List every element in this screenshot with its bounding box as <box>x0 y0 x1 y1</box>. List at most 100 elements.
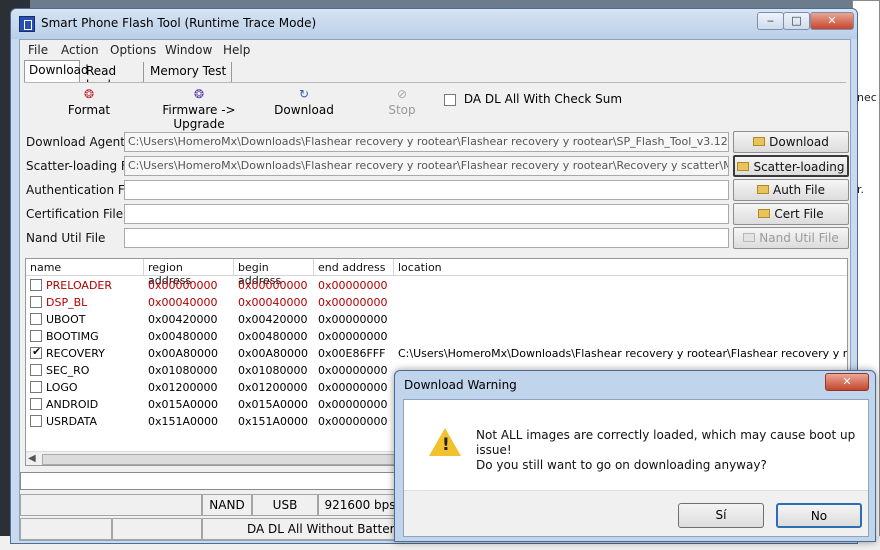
row-begin: 0x00480000 <box>238 330 308 343</box>
download-agent-button[interactable]: Download Agent <box>733 131 849 169</box>
tab-download[interactable]: Download <box>24 60 89 82</box>
folder-icon <box>753 137 766 146</box>
title-bar[interactable]: Smart Phone Flash Tool (Runtime Trace Mo… <box>11 9 857 39</box>
row-begin: 0x00040000 <box>238 296 308 309</box>
row-checkbox[interactable] <box>30 364 42 376</box>
table-row[interactable]: UBOOT 0x00420000 0x00420000 0x00000000 <box>26 311 847 328</box>
format-button[interactable]: ❂ Format <box>54 87 124 117</box>
row-name-cell: RECOVERY <box>30 345 105 360</box>
row-name: PRELOADER <box>46 279 113 292</box>
scroll-thumb[interactable] <box>42 454 442 465</box>
scroll-left-icon[interactable]: ◀ <box>28 453 36 464</box>
cert-row: Certification File Cert File <box>20 202 852 226</box>
cert-file-button[interactable]: Cert File <box>733 203 849 225</box>
table-row[interactable]: RECOVERY 0x00A80000 0x00A80000 0x00E86FFF C:… <box>26 345 847 362</box>
folder-icon <box>737 162 750 171</box>
cert-path[interactable] <box>124 204 729 224</box>
app-icon <box>19 16 35 32</box>
row-checkbox[interactable] <box>30 398 42 410</box>
row-checkbox[interactable] <box>30 330 42 342</box>
download-label: Download <box>274 103 334 117</box>
row-begin: 0x00000000 <box>238 279 308 292</box>
nand-util-path[interactable] <box>124 228 729 248</box>
status-cell-empty <box>20 494 202 516</box>
checksum-checkbox[interactable] <box>444 93 456 106</box>
scatter-loading-button[interactable]: Scatter-loading <box>733 155 849 177</box>
nand-util-file-button[interactable]: Nand Util File <box>733 227 849 249</box>
auth-file-button-label: Auth File <box>772 183 826 197</box>
table-row[interactable]: DSP_BL 0x00040000 0x00040000 0x00000000 <box>26 294 847 311</box>
dialog-close-button[interactable]: ✕ <box>825 373 869 391</box>
col-begin-address[interactable]: begin address <box>234 259 314 287</box>
row-checkbox[interactable] <box>30 415 42 427</box>
download-warning-dialog: Download Warning ✕ Not ALL images are co… <box>394 370 876 542</box>
menu-window[interactable]: Window <box>165 43 212 57</box>
col-region-address[interactable]: region address <box>144 259 234 287</box>
menu-bar: File Action Options Window Help <box>20 40 850 59</box>
maximize-button[interactable]: □ <box>783 12 810 30</box>
menu-help[interactable]: Help <box>223 43 250 57</box>
row-name: USRDATA <box>46 415 98 428</box>
cert-file-button-label: Cert File <box>774 207 824 221</box>
nand-util-row: Nand Util File Nand Util File <box>20 226 852 250</box>
download-icon: ↻ <box>298 87 310 101</box>
download-agent-path[interactable]: C:\Users\HomeroMx\Downloads\Flashear rec… <box>124 132 729 152</box>
row-name: LOGO <box>46 381 78 394</box>
download-agent-label: Download Agent <box>26 135 125 149</box>
firmware-upgrade-button[interactable]: ❂ Firmware -> Upgrade <box>136 87 262 131</box>
menu-file[interactable]: File <box>28 43 48 57</box>
toolbar: ❂ Format ❂ Firmware -> Upgrade ↻ Downloa… <box>24 82 846 131</box>
tab-read-back[interactable]: Read back <box>82 62 144 92</box>
row-region: 0x00040000 <box>148 296 218 309</box>
row-name-cell: UBOOT <box>30 313 85 326</box>
auth-path[interactable] <box>124 180 729 200</box>
warning-icon <box>429 428 461 456</box>
download-button[interactable]: ↻ Download <box>268 87 340 117</box>
stop-button[interactable]: ⊘ Stop <box>380 87 424 117</box>
firmware-upgrade-icon: ❂ <box>193 87 205 101</box>
row-name: ANDROID <box>46 398 99 411</box>
table-header: name region address begin address end ad… <box>26 259 847 287</box>
row-name-cell: SEC_RO <box>30 364 89 377</box>
row-checkbox[interactable] <box>30 381 42 393</box>
menu-options[interactable]: Options <box>110 43 156 57</box>
row-begin: 0x01200000 <box>238 381 308 394</box>
row-begin: 0x00A80000 <box>238 347 309 360</box>
scatter-path[interactable]: C:\Users\HomeroMx\Downloads\Flashear rec… <box>124 156 729 176</box>
col-location[interactable]: location <box>394 259 847 276</box>
row-name-cell: ANDROID <box>30 398 98 411</box>
row-checkbox[interactable] <box>30 296 42 308</box>
tab-memory-test[interactable]: Memory Test <box>146 62 232 82</box>
yes-button[interactable]: Sí <box>678 503 764 528</box>
no-button[interactable]: No <box>776 503 862 528</box>
row-checkbox[interactable] <box>30 313 42 325</box>
scatter-loading-button-label: Scatter-loading <box>753 160 845 174</box>
col-name[interactable]: name <box>26 259 144 276</box>
close-button[interactable]: ✕ <box>810 12 854 30</box>
row-end: 0x00000000 <box>318 381 388 394</box>
row-region: 0x00A80000 <box>148 347 219 360</box>
folder-icon <box>758 209 771 218</box>
stop-icon: ⊘ <box>396 87 408 101</box>
row-checkbox[interactable] <box>30 345 42 359</box>
firmware-upgrade-label: Firmware -> Upgrade <box>162 103 236 131</box>
row-end: 0x00000000 <box>318 364 388 377</box>
row-begin: 0x015A0000 <box>238 398 309 411</box>
checksum-label: DA DL All With Check Sum <box>463 92 623 106</box>
row-name: BOOTIMG <box>46 330 99 343</box>
checksum-option[interactable]: DA DL All With Check Sum <box>444 92 622 106</box>
row-checkbox[interactable] <box>30 279 42 291</box>
minimize-button[interactable]: ‒ <box>757 12 784 30</box>
auth-file-button[interactable]: Auth File <box>733 179 849 201</box>
menu-action[interactable]: Action <box>61 43 99 57</box>
status-cell-b <box>112 518 202 540</box>
col-end-address[interactable]: end address <box>314 259 394 276</box>
row-name: UBOOT <box>46 313 86 326</box>
table-row[interactable]: PRELOADER 0x00000000 0x00000000 0x00000000 <box>26 277 847 294</box>
row-end: 0x00000000 <box>318 398 388 411</box>
status-storage: NAND <box>202 494 252 516</box>
row-region: 0x00420000 <box>148 313 218 326</box>
table-row[interactable]: BOOTIMG 0x00480000 0x00480000 0x00000000 <box>26 328 847 345</box>
window-title: Smart Phone Flash Tool (Runtime Trace Mo… <box>41 16 317 30</box>
dialog-body: Not ALL images are correctly loaded, whi… <box>403 399 869 537</box>
